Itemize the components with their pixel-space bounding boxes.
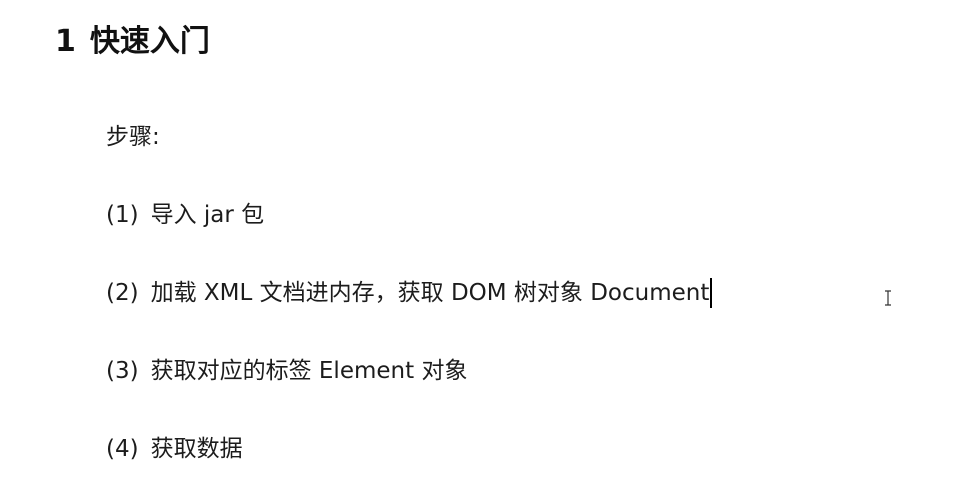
- step-text: 导入 jar 包: [150, 202, 265, 228]
- step-text: 获取数据: [150, 436, 243, 462]
- step-item: (4) 获取数据: [106, 434, 243, 464]
- section-number: 1: [55, 24, 76, 59]
- text-ibeam-cursor-icon: [885, 290, 891, 306]
- step-number: (1): [106, 202, 139, 228]
- step-item: (3) 获取对应的标签 Element 对象: [106, 356, 467, 386]
- text-caret: [710, 278, 713, 308]
- document-page: 1 快速入门 步骤: (1) 导入 jar 包 (2) 加载 XML 文档进内存，获取…: [0, 0, 967, 487]
- step-item: (1) 导入 jar 包: [106, 200, 264, 230]
- step-number: (4): [106, 436, 139, 462]
- step-item: (2) 加载 XML 文档进内存，获取 DOM 树对象 Document: [106, 278, 713, 308]
- steps-label: 步骤:: [106, 124, 160, 150]
- section-title: 快速入门: [89, 24, 210, 59]
- section-heading: 1 快速入门: [55, 24, 210, 60]
- step-text[interactable]: 加载 XML 文档进内存，获取 DOM 树对象 Document: [151, 280, 710, 306]
- step-number: (2): [106, 280, 139, 306]
- step-text: 获取对应的标签 Element 对象: [150, 358, 468, 384]
- step-number: (3): [106, 358, 139, 384]
